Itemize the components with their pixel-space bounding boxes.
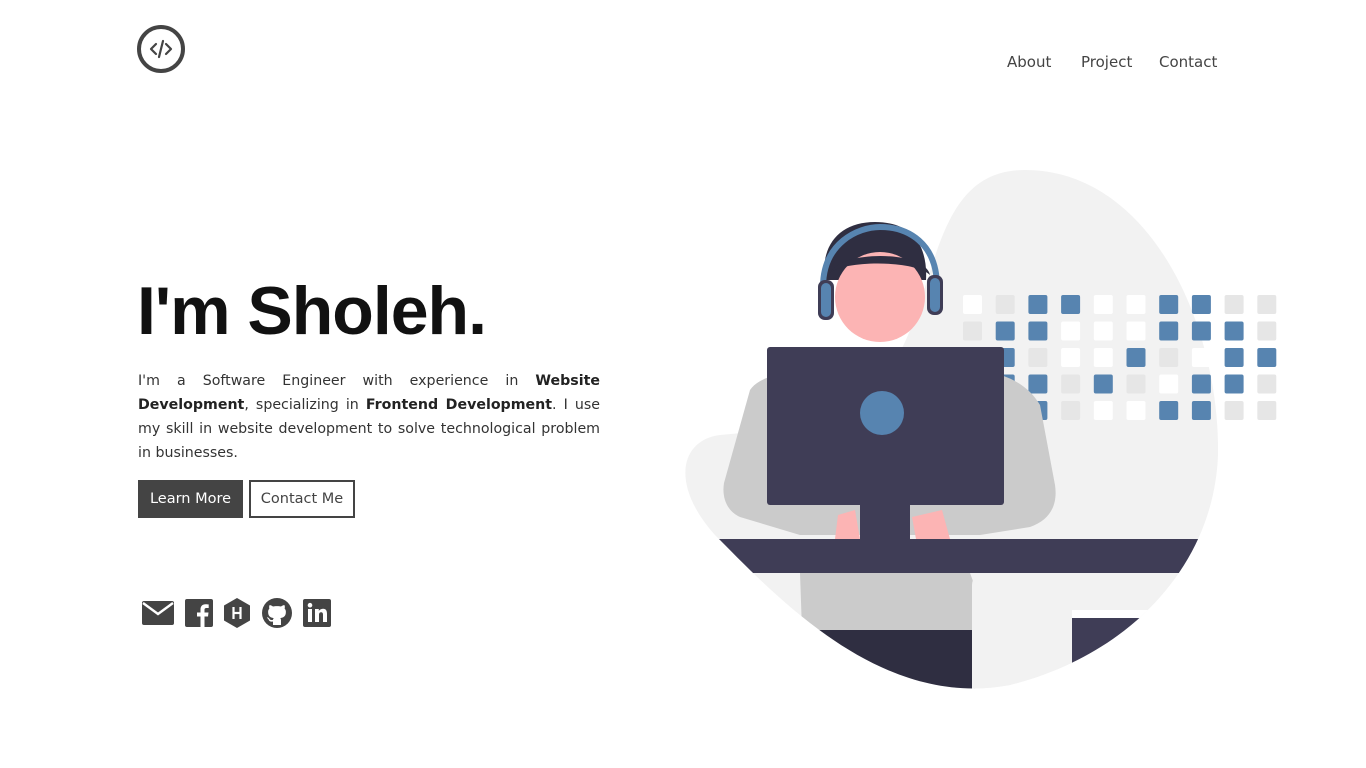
pattern-square <box>1126 348 1146 367</box>
hero-description-text-2: , specializing in <box>244 397 366 413</box>
hackerrank-link[interactable] <box>219 596 255 630</box>
pattern-square <box>1257 374 1277 394</box>
pattern-square <box>1159 401 1179 420</box>
pattern-square <box>1093 401 1113 420</box>
facebook-link[interactable] <box>181 596 217 630</box>
pattern-square <box>1028 295 1048 314</box>
pattern-square <box>1191 401 1211 420</box>
pattern-square <box>1257 321 1277 341</box>
pattern-square <box>1061 295 1081 314</box>
github-link[interactable] <box>259 596 295 630</box>
page: About Project Contact I'm Sholeh. I'm a … <box>0 0 1366 768</box>
pattern-square <box>1257 348 1277 367</box>
pattern-square <box>1159 374 1179 394</box>
pattern-square <box>995 321 1015 341</box>
pattern-square <box>1224 374 1244 394</box>
pattern-square <box>1257 295 1277 314</box>
pattern-square <box>1061 401 1081 420</box>
hero-description: I'm a Software Engineer with experience … <box>138 369 600 465</box>
pattern-square <box>1224 401 1244 420</box>
pattern-square <box>1224 348 1244 367</box>
pattern-square <box>1061 374 1081 394</box>
shirt-lower <box>800 573 980 630</box>
pattern-square <box>1028 321 1048 341</box>
pattern-square <box>1159 348 1179 367</box>
pattern-square <box>1093 295 1113 314</box>
learn-more-button[interactable]: Learn More <box>138 480 243 518</box>
email-link[interactable] <box>140 596 176 630</box>
nav-link-about[interactable]: About <box>1007 53 1051 71</box>
pattern-square <box>1126 295 1146 314</box>
pattern-square <box>1257 401 1277 420</box>
pattern-square <box>1061 348 1081 367</box>
nav-link-contact[interactable]: Contact <box>1159 53 1217 71</box>
contact-me-button[interactable]: Contact Me <box>249 480 355 518</box>
hero-description-text-1: I'm a Software Engineer with experience … <box>138 373 536 389</box>
chair <box>972 573 1074 689</box>
email-icon <box>142 601 174 625</box>
hackerrank-icon <box>224 598 250 628</box>
github-icon <box>262 598 292 628</box>
pattern-square <box>1028 374 1048 394</box>
pattern-square <box>1126 401 1146 420</box>
facebook-icon <box>185 599 213 627</box>
monitor-logo <box>860 391 904 435</box>
pattern-square <box>1093 374 1113 394</box>
pattern-square <box>1028 348 1048 367</box>
hero-title: I'm Sholeh. <box>137 273 487 349</box>
pattern-square <box>1224 321 1244 341</box>
pattern-square <box>1093 321 1113 341</box>
pattern-square <box>1224 295 1244 314</box>
pattern-square <box>963 295 982 314</box>
linkedin-link[interactable] <box>299 596 335 630</box>
pattern-square <box>1159 321 1179 341</box>
pattern-square <box>1191 374 1211 394</box>
pattern-square <box>963 321 982 341</box>
desk <box>685 539 1219 573</box>
chair-base <box>1072 618 1172 678</box>
headphone-left-cup <box>821 283 831 317</box>
pattern-square <box>1126 374 1146 394</box>
pattern-square <box>995 295 1015 314</box>
hero-description-highlight-frontend: Frontend Development <box>365 397 553 413</box>
linkedin-icon <box>303 599 331 627</box>
pattern-square <box>1191 295 1211 314</box>
pattern-square <box>1191 348 1211 367</box>
pattern-square <box>1061 321 1081 341</box>
nav-link-project[interactable]: Project <box>1081 53 1132 71</box>
pants <box>805 630 975 689</box>
pattern-square <box>1093 348 1113 367</box>
hero-illustration <box>680 165 1280 695</box>
headphone-right-cup <box>930 278 940 312</box>
chair-arm <box>1072 610 1172 618</box>
main-nav: About Project Contact <box>0 53 1366 73</box>
developer-with-headphones-illustration <box>685 170 1277 689</box>
pattern-square <box>1159 295 1179 314</box>
pattern-square <box>1191 321 1211 341</box>
pattern-square <box>1126 321 1146 341</box>
